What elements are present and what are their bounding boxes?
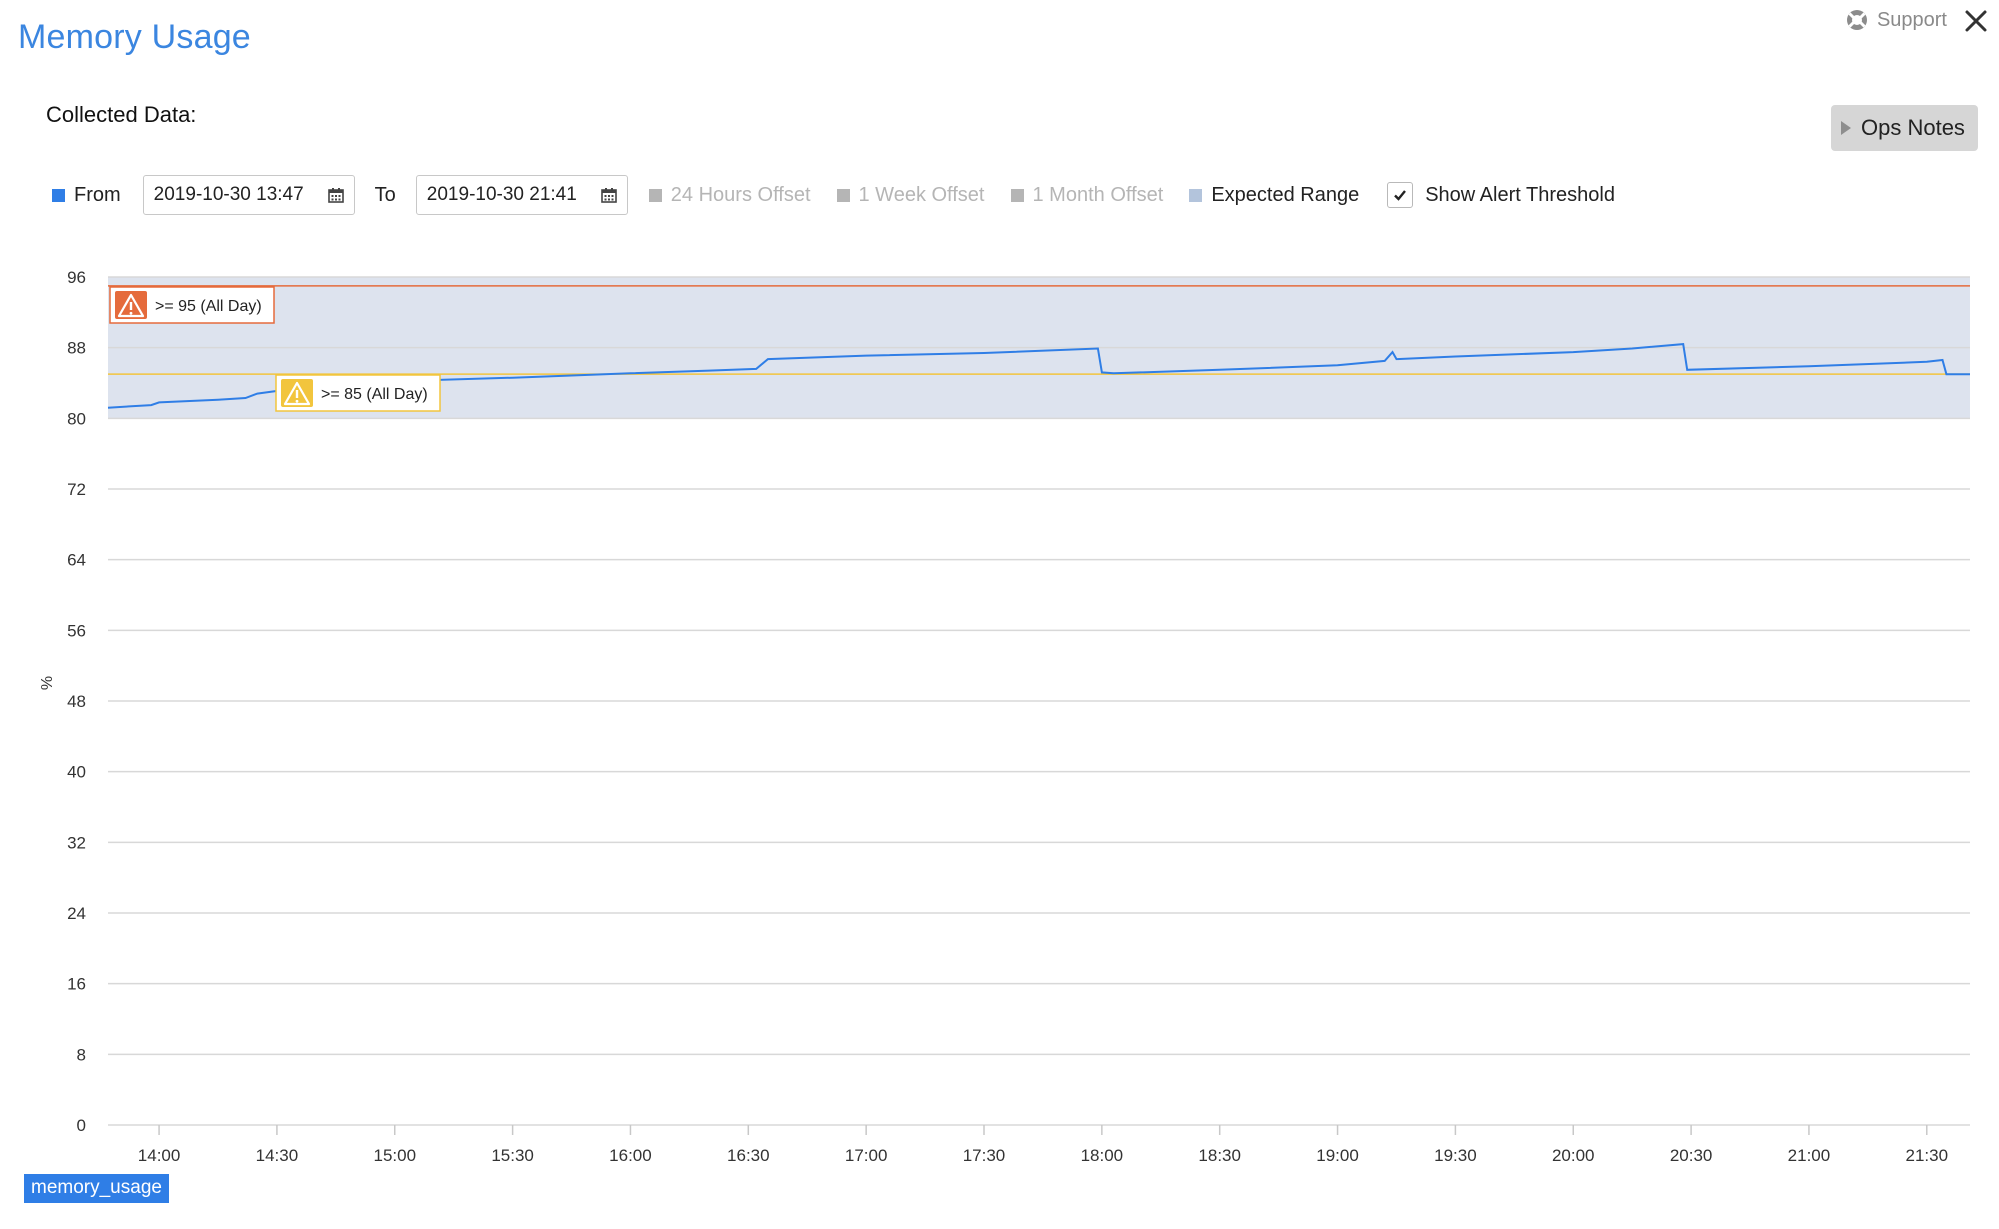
offset-month-label: 1 Month Offset xyxy=(1032,183,1164,206)
critical-threshold-badge: >= 95 (All Day) xyxy=(109,286,275,324)
from-legend-toggle[interactable]: From xyxy=(52,184,121,207)
warning-threshold-badge: >= 85 (All Day) xyxy=(275,374,441,412)
calendar-icon[interactable] xyxy=(327,187,344,203)
x-tick-label: 20:30 xyxy=(1670,1146,1713,1165)
y-tick-label: 96 xyxy=(67,268,86,287)
caret-right-icon xyxy=(1841,121,1851,135)
offset-month-toggle[interactable]: 1 Month Offset xyxy=(1010,183,1164,207)
warning-threshold-badge-label: >= 85 (All Day) xyxy=(321,386,428,403)
warning-dot xyxy=(295,399,299,403)
checkmark-icon xyxy=(1394,190,1407,201)
show-alert-checkbox[interactable] xyxy=(1387,182,1414,208)
y-tick-label: 32 xyxy=(67,833,86,852)
to-date-value: 2019-10-30 21:41 xyxy=(426,184,577,205)
x-tick-label: 16:30 xyxy=(727,1146,770,1165)
x-tick-label: 18:30 xyxy=(1198,1146,1241,1165)
to-date-input[interactable]: 2019-10-30 21:41 xyxy=(415,175,628,215)
offset-month-swatch xyxy=(1010,188,1024,202)
series-label-memory-usage[interactable]: memory_usage xyxy=(24,1174,169,1203)
calendar-icon[interactable] xyxy=(600,187,617,203)
x-tick-label: 17:00 xyxy=(845,1146,888,1165)
support-label: Support xyxy=(1876,8,1947,31)
y-tick-label: 64 xyxy=(67,551,86,570)
critical-threshold-badge-label: >= 95 (All Day) xyxy=(155,298,262,315)
collected-data-label: Collected Data: xyxy=(46,102,197,127)
x-tick-label: 17:30 xyxy=(963,1146,1006,1165)
y-tick-label: 72 xyxy=(67,480,86,499)
offset-24h-label: 24 Hours Offset xyxy=(670,183,811,206)
ops-notes-label: Ops Notes xyxy=(1861,115,1965,140)
y-tick-label: 56 xyxy=(67,621,86,640)
y-tick-label: 16 xyxy=(67,975,86,994)
expected-range-label: Expected Range xyxy=(1211,183,1360,206)
from-date-input[interactable]: 2019-10-30 13:47 xyxy=(142,175,355,215)
warning-dot xyxy=(129,311,133,315)
y-tick-label: 80 xyxy=(67,409,86,428)
ops-notes-button[interactable]: Ops Notes xyxy=(1831,105,1978,151)
x-tick-label: 15:30 xyxy=(491,1146,534,1165)
y-axis-label: % xyxy=(39,676,56,690)
x-tick-label: 14:30 xyxy=(256,1146,299,1165)
x-tick-label: 21:30 xyxy=(1906,1146,1949,1165)
support-link[interactable]: Support xyxy=(1845,8,1947,32)
x-tick-label: 18:00 xyxy=(1081,1146,1124,1165)
offset-24h-toggle[interactable]: 24 Hours Offset xyxy=(648,183,811,207)
y-tick-label: 8 xyxy=(77,1045,86,1064)
y-tick-label: 48 xyxy=(67,692,86,711)
y-tick-label: 24 xyxy=(67,904,86,923)
page-title: Memory Usage xyxy=(18,18,251,56)
to-label: To xyxy=(374,183,396,206)
x-tick-label: 20:00 xyxy=(1552,1146,1595,1165)
expected-range-swatch xyxy=(1189,188,1203,202)
x-tick-label: 19:30 xyxy=(1434,1146,1477,1165)
x-tick-label: 14:00 xyxy=(138,1146,181,1165)
x-tick-label: 19:00 xyxy=(1316,1146,1359,1165)
chart-controls: From 2019-10-30 13:47 To 2019-10-30 21:4… xyxy=(52,175,1615,215)
memory-usage-chart: 0 8 16 24 32 40 48 56 64 72 80 88 96 14:00 14:30 15:00 1… xyxy=(39,268,1970,1165)
x-tick-label: 15:00 xyxy=(373,1146,416,1165)
x-tick-label: 16:00 xyxy=(609,1146,652,1165)
x-tick-label: 21:00 xyxy=(1788,1146,1831,1165)
offset-week-swatch xyxy=(836,188,850,202)
from-date-value: 2019-10-30 13:47 xyxy=(153,184,304,205)
offset-week-toggle[interactable]: 1 Week Offset xyxy=(836,183,985,207)
y-tick-label: 0 xyxy=(77,1116,86,1135)
offset-24h-swatch xyxy=(648,188,662,202)
y-tick-label: 88 xyxy=(67,339,86,358)
offset-week-label: 1 Week Offset xyxy=(858,183,985,206)
lifebuoy-icon xyxy=(1846,10,1867,30)
from-label: From xyxy=(74,183,121,206)
from-color-swatch xyxy=(52,188,65,202)
y-tick-label: 40 xyxy=(67,763,86,782)
show-alert-threshold-toggle[interactable]: Show Alert Threshold xyxy=(1387,182,1615,208)
expected-range-toggle[interactable]: Expected Range xyxy=(1189,184,1359,207)
show-alert-label: Show Alert Threshold xyxy=(1425,183,1615,206)
close-icon[interactable] xyxy=(1961,6,1991,36)
